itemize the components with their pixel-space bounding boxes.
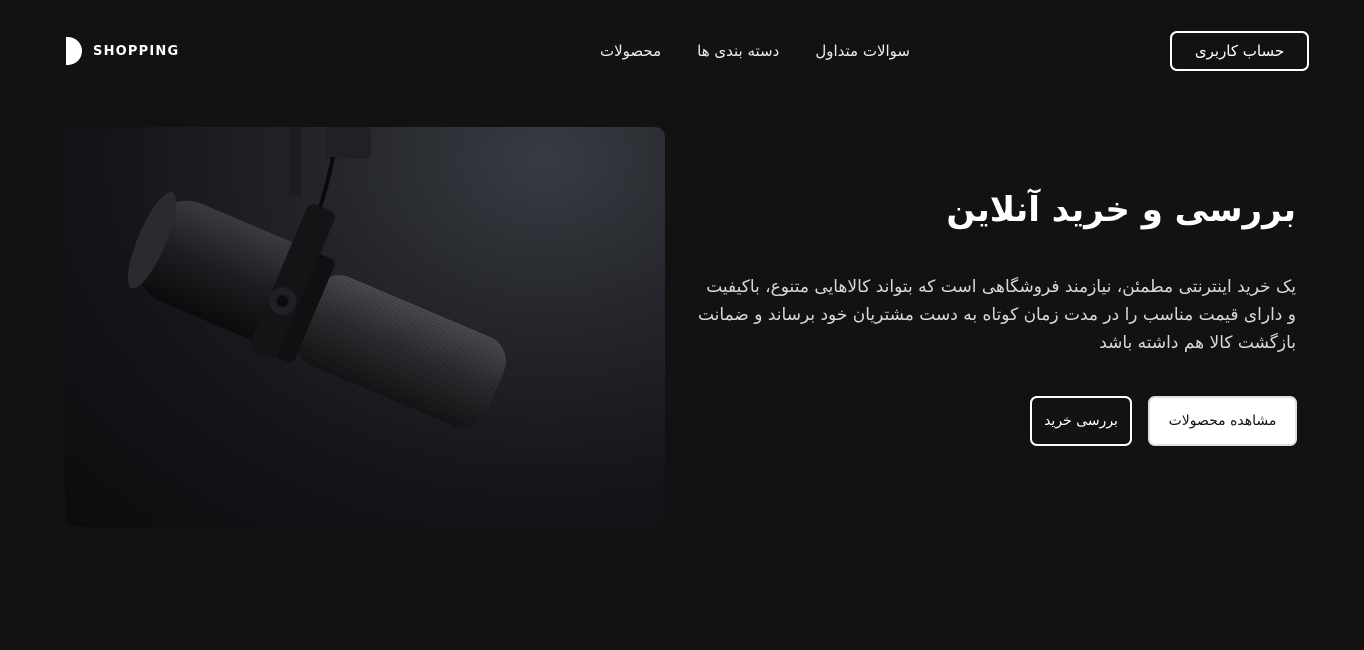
review-purchase-button[interactable]: بررسی خرید	[1030, 396, 1132, 446]
nav-item-categories[interactable]: دسته بندی ها	[697, 42, 779, 60]
view-products-button[interactable]: مشاهده محصولات	[1148, 396, 1297, 446]
brand-name: SHOPPING	[93, 43, 180, 59]
half-circle-logo-icon	[66, 37, 82, 65]
studio-microphone-image	[65, 127, 665, 527]
hero-actions: مشاهده محصولات بررسی خرید	[1030, 396, 1297, 446]
page: SHOPPING محصولات دسته بندی ها سوالات متد…	[0, 0, 1364, 650]
hero-description: یک خرید اینترنتی مطمئن، نیازمند فروشگاهی…	[697, 277, 1296, 353]
nav-item-faq[interactable]: سوالات متداول	[815, 42, 910, 60]
account-button[interactable]: حساب کاربری	[1170, 31, 1309, 71]
hero-title: بررسی و خرید آنلاین	[946, 190, 1296, 230]
brand-logo[interactable]: SHOPPING	[66, 37, 179, 65]
nav-item-products[interactable]: محصولات	[600, 42, 661, 60]
main-nav: محصولات دسته بندی ها سوالات متداول	[600, 41, 910, 61]
